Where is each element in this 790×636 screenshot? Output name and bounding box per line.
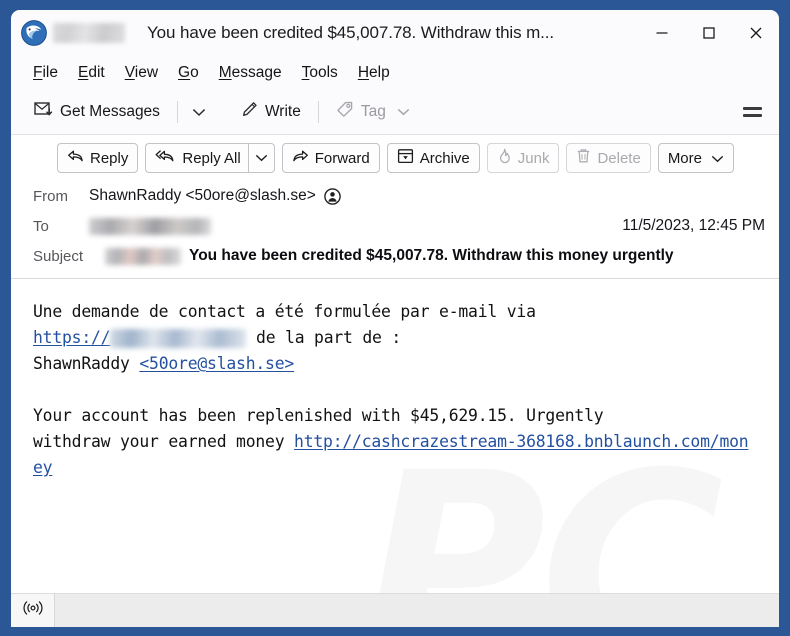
window-controls bbox=[638, 10, 779, 56]
header-row-subject: Subject You have been credited $45,007.7… bbox=[11, 241, 779, 271]
body-line-5-prefix: withdraw your earned money bbox=[33, 432, 295, 451]
main-toolbar: Get Messages Write Tag bbox=[11, 90, 779, 135]
tag-dropdown-icon[interactable] bbox=[397, 103, 410, 121]
forward-button[interactable]: Forward bbox=[281, 143, 380, 173]
thunderbird-message-window: You have been credited $45,007.78. Withd… bbox=[11, 10, 779, 627]
menu-message[interactable]: Message bbox=[211, 61, 290, 85]
subject-label: Subject bbox=[33, 247, 84, 265]
tag-button[interactable]: Tag bbox=[327, 97, 419, 127]
chevron-down-icon bbox=[711, 150, 724, 167]
body-line-2: https:// de la part de : bbox=[33, 325, 757, 351]
close-button[interactable] bbox=[732, 10, 779, 56]
window-title: You have been credited $45,007.78. Withd… bbox=[147, 23, 555, 42]
body-line-5: withdraw your earned money http://cashcr… bbox=[33, 429, 757, 481]
header-row-from: From ShawnRaddy <50ore@slash.se> bbox=[11, 181, 779, 211]
pencil-icon bbox=[241, 101, 258, 123]
feed-status-button[interactable] bbox=[11, 594, 55, 627]
menu-file[interactable]: File bbox=[25, 61, 66, 85]
reply-button[interactable]: Reply bbox=[57, 143, 139, 173]
get-messages-icon bbox=[34, 101, 53, 123]
subject-value: You have been credited $45,007.78. Withd… bbox=[189, 247, 674, 264]
reply-label: Reply bbox=[90, 149, 129, 167]
body-line-3: ShawnRaddy <50ore@slash.se> bbox=[33, 351, 757, 377]
reply-all-icon bbox=[155, 149, 176, 167]
menu-bar: File Edit View Go Message Tools Help bbox=[11, 56, 779, 90]
get-messages-dropdown[interactable] bbox=[186, 98, 212, 126]
redacted-recipient bbox=[89, 217, 211, 235]
message-body-pane: PC risk.com Une demande de contact a été… bbox=[11, 279, 779, 593]
broadcast-icon bbox=[22, 600, 44, 621]
junk-button: Junk bbox=[486, 143, 560, 173]
status-bar bbox=[11, 593, 779, 627]
title-bar: You have been credited $45,007.78. Withd… bbox=[11, 10, 779, 56]
write-label: Write bbox=[264, 103, 301, 120]
toolbar-separator-3 bbox=[317, 101, 319, 123]
junk-label: Junk bbox=[517, 149, 550, 167]
get-messages-button[interactable]: Get Messages bbox=[25, 97, 169, 127]
junk-icon bbox=[497, 148, 512, 168]
menu-view[interactable]: View bbox=[117, 61, 166, 85]
body-sender-email-link[interactable]: <50ore@slash.se> bbox=[139, 354, 294, 373]
to-label: To bbox=[33, 217, 49, 235]
trash-icon bbox=[576, 148, 591, 168]
more-label: More bbox=[667, 149, 702, 167]
body-line-1: Une demande de contact a été formulée pa… bbox=[33, 302, 536, 321]
add-contact-icon[interactable] bbox=[324, 187, 341, 205]
minimize-button[interactable] bbox=[638, 10, 685, 56]
reply-all-button[interactable]: Reply All bbox=[145, 143, 248, 173]
reply-all-label: Reply All bbox=[182, 149, 241, 167]
menu-help[interactable]: Help bbox=[350, 61, 398, 85]
header-row-to: To 11/5/2023, 12:45 PM bbox=[11, 211, 779, 241]
toolbar-separator-1 bbox=[176, 101, 178, 123]
maximize-button[interactable] bbox=[685, 10, 732, 56]
screen: You have been credited $45,007.78. Withd… bbox=[0, 0, 790, 636]
message-body: Une demande de contact a été formulée pa… bbox=[11, 279, 779, 481]
redacted-body-url bbox=[110, 329, 247, 348]
message-action-bar: Reply Reply All Forward Archive Junk Del… bbox=[11, 135, 779, 181]
reply-icon bbox=[67, 149, 84, 167]
tag-label: Tag bbox=[360, 103, 386, 120]
menu-tools[interactable]: Tools bbox=[294, 61, 346, 85]
menu-edit[interactable]: Edit bbox=[70, 61, 113, 85]
forward-label: Forward bbox=[314, 149, 370, 167]
reply-all-group: Reply All bbox=[145, 143, 275, 173]
delete-button: Delete bbox=[566, 143, 651, 173]
reply-all-dropdown[interactable] bbox=[247, 143, 275, 173]
redacted-subject-prefix bbox=[105, 247, 181, 265]
message-headers: From ShawnRaddy <50ore@slash.se> To 11/5… bbox=[11, 181, 779, 279]
write-button[interactable]: Write bbox=[232, 97, 310, 127]
thunderbird-icon bbox=[21, 20, 47, 46]
tag-icon bbox=[336, 101, 354, 123]
delete-label: Delete bbox=[597, 149, 641, 167]
archive-button[interactable]: Archive bbox=[386, 143, 480, 173]
more-button[interactable]: More bbox=[657, 143, 734, 173]
body-link-redacted-prefix[interactable]: https:// bbox=[33, 328, 111, 347]
archive-label: Archive bbox=[419, 149, 470, 167]
get-messages-label: Get Messages bbox=[60, 103, 160, 120]
archive-icon bbox=[397, 148, 414, 168]
redacted-account-name bbox=[53, 23, 125, 43]
body-sender-name: ShawnRaddy bbox=[33, 354, 140, 373]
body-line-2-suffix: de la part de : bbox=[246, 328, 402, 347]
from-label: From bbox=[33, 187, 68, 205]
body-paragraph-gap bbox=[33, 377, 757, 403]
body-line-4: Your account has been replenished with $… bbox=[33, 406, 604, 425]
message-date: 11/5/2023, 12:45 PM bbox=[622, 217, 765, 234]
forward-icon bbox=[292, 149, 309, 167]
from-value[interactable]: ShawnRaddy <50ore@slash.se> bbox=[89, 187, 316, 205]
hamburger-menu-icon[interactable] bbox=[735, 97, 769, 127]
menu-go[interactable]: Go bbox=[170, 61, 207, 85]
